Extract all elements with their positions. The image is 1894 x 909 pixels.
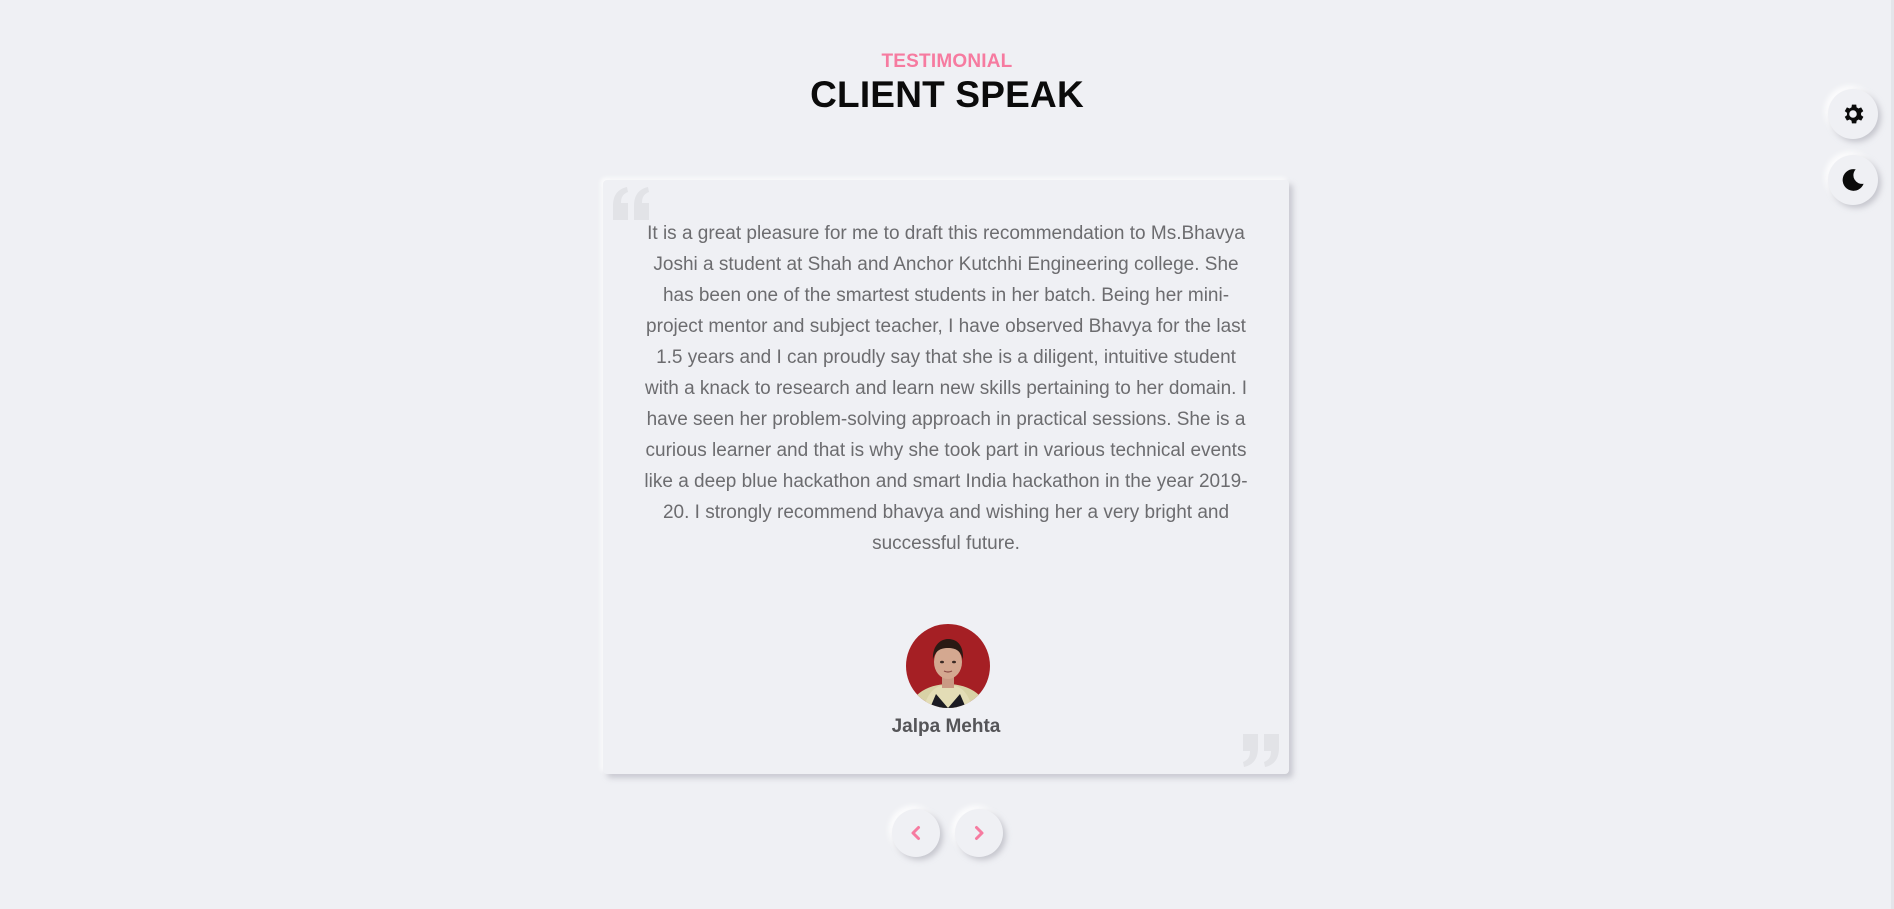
gear-icon [1844, 104, 1864, 124]
section-header: TESTIMONIAL CLIENT SPEAK [0, 50, 1894, 116]
theme-toggle-button[interactable] [1828, 155, 1878, 205]
author-avatar [906, 624, 990, 708]
prev-button[interactable] [892, 809, 940, 857]
settings-button[interactable] [1828, 89, 1878, 139]
testimonial-card: It is a great pleasure for me to draft t… [603, 180, 1289, 774]
quote-close-icon [1243, 734, 1279, 767]
author-name: Jalpa Mehta [891, 716, 1001, 737]
moon-icon [1842, 169, 1864, 191]
testimonial-quote: It is a great pleasure for me to draft t… [644, 223, 1248, 554]
quote-open-icon [613, 187, 649, 220]
section-title: CLIENT SPEAK [810, 74, 1084, 115]
section-eyebrow: TESTIMONIAL [881, 51, 1013, 72]
next-button[interactable] [955, 809, 1003, 857]
chevron-left-icon [911, 826, 920, 840]
chevron-right-icon [975, 826, 984, 840]
